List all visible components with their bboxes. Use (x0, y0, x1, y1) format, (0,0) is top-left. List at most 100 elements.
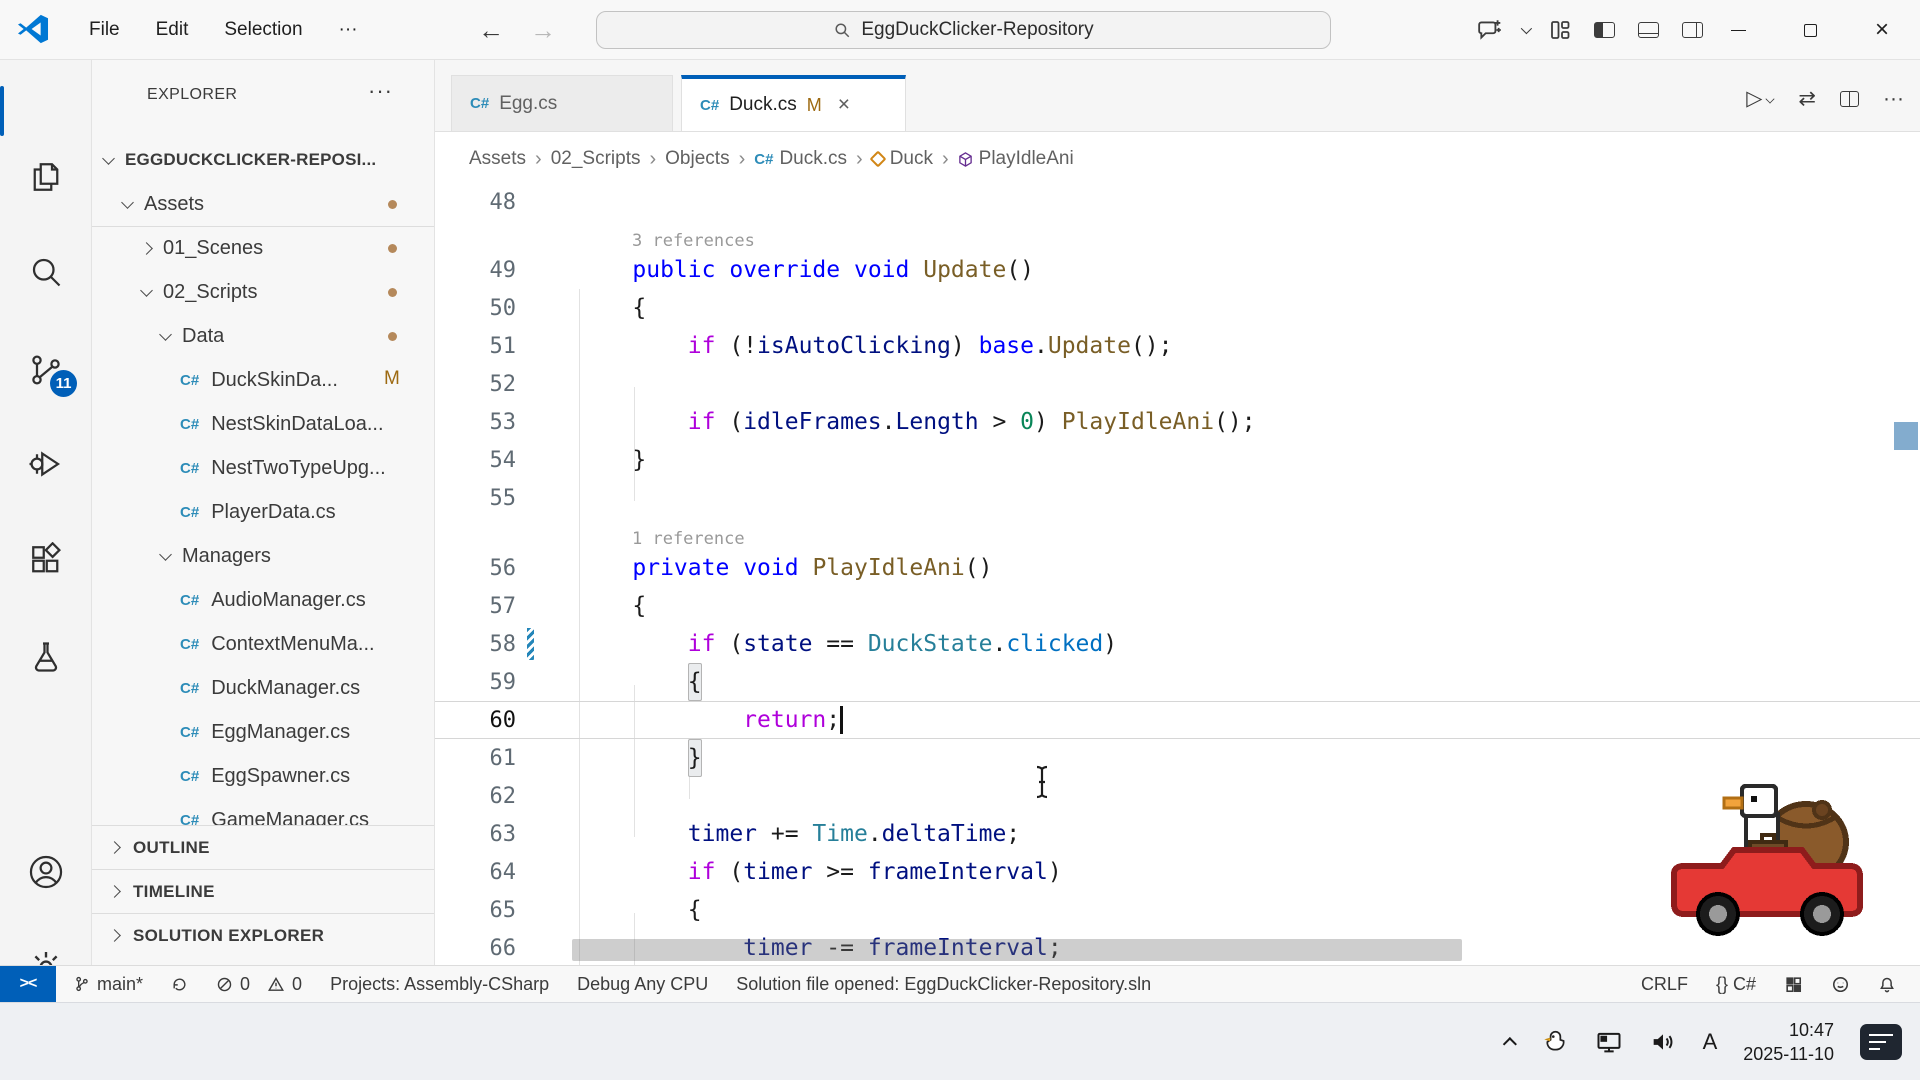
breadcrumb-item-02scripts[interactable]: 02_Scripts (551, 148, 641, 170)
tab-eggcs[interactable]: C#Egg.cs (451, 75, 673, 131)
code-line-57[interactable]: 57 { (435, 587, 1920, 625)
customize-layout-icon[interactable] (1538, 8, 1582, 52)
window-close-button[interactable]: × (1858, 0, 1906, 60)
accounts-icon[interactable] (0, 844, 92, 900)
tree-file-NestTwoTypeUpg[interactable]: C#NestTwoTypeUpg... (92, 446, 435, 490)
breadcrumb-item-objects[interactable]: Objects (665, 148, 729, 170)
menu-item-[interactable]: ··· (326, 13, 371, 47)
sidebar-section-timeline[interactable]: TIMELINE (92, 869, 435, 913)
tray-time: 10:47 (1743, 1018, 1834, 1042)
breadcrumb-label: 02_Scripts (551, 148, 641, 170)
code-line-60[interactable]: 60 return; (435, 701, 1920, 739)
sidebar-section-outline[interactable]: OUTLINE (92, 825, 435, 869)
tree-folder-01Scenes[interactable]: 01_Scenes (92, 226, 435, 270)
code-line-50[interactable]: 50 { (435, 289, 1920, 327)
copilot-chat-icon[interactable] (1468, 8, 1512, 52)
status-item-solution-file-opened-eggduckclicker-repository-sln[interactable]: Solution file opened: EggDuckClicker-Rep… (736, 974, 1151, 995)
codelens-reference-count[interactable]: 3 references (632, 219, 755, 251)
tab-more-actions-icon[interactable]: ··· (1883, 87, 1904, 111)
nav-back-button[interactable]: ← (478, 15, 504, 46)
menu-item-edit[interactable]: Edit (143, 13, 202, 47)
tree-file-AudioManagercs[interactable]: C#AudioManager.cs (92, 578, 435, 622)
breadcrumb-item-playidleani[interactable]: PlayIdleAni (958, 148, 1074, 170)
search-view-icon[interactable] (0, 244, 92, 300)
breadcrumb-item-duck[interactable]: Duck (872, 148, 933, 170)
status-item-feedback[interactable] (1831, 975, 1850, 994)
status-item-0[interactable]: 00 (216, 974, 302, 995)
open-changes-icon[interactable]: ⇄ (1798, 86, 1816, 111)
code-line-59[interactable]: 59 { (435, 663, 1920, 701)
status-item-bell[interactable] (1878, 975, 1896, 994)
code-line-53[interactable]: 53 if (idleFrames.Length > 0) PlayIdleAn… (435, 403, 1920, 441)
codelens-reference-count[interactable]: 1 reference (632, 517, 745, 549)
nav-forward-button[interactable]: → (530, 15, 556, 46)
tree-file-EggManagercs[interactable]: C#EggManager.cs (92, 710, 435, 754)
code-line-49[interactable]: 49 public override void Update() (435, 251, 1920, 289)
tree-file-ContextMenuMa[interactable]: C#ContextMenuMa... (92, 622, 435, 666)
tray-chevron-up-icon[interactable] (1507, 1037, 1517, 1047)
code-line-52[interactable]: 52 (435, 365, 1920, 403)
tree-file-DuckManagercs[interactable]: C#DuckManager.cs (92, 666, 435, 710)
tree-folder-Data[interactable]: Data (92, 314, 435, 358)
status-item-projects-assembly-csharp[interactable]: Projects: Assembly-CSharp (330, 974, 549, 995)
tree-file-NestSkinDataLoa[interactable]: C#NestSkinDataLoa... (92, 402, 435, 446)
breadcrumb-item-assets[interactable]: Assets (469, 148, 526, 170)
code-line-48[interactable]: 48 (435, 186, 1920, 219)
status-item-debug-any-cpu[interactable]: Debug Any CPU (577, 974, 708, 995)
overview-ruler-modified-decoration (1894, 422, 1918, 450)
copilot-dropdown-chevron-icon[interactable] (1512, 8, 1538, 52)
tree-folder-EGGDUCKCLICKERREPOSI[interactable]: EGGDUCKCLICKER-REPOSI... (92, 138, 435, 182)
status-item-main[interactable]: main* (74, 974, 143, 995)
status-item-c[interactable]: {} C# (1716, 974, 1756, 995)
tray-clock[interactable]: 10:47 2025-11-10 (1743, 1018, 1834, 1066)
tree-folder-02Scripts[interactable]: 02_Scripts (92, 270, 435, 314)
tray-duck-icon[interactable] (1543, 1029, 1569, 1055)
breadcrumb-item-duckcs[interactable]: C#Duck.cs (754, 148, 847, 170)
toggle-secondary-sidebar-icon[interactable] (1670, 8, 1714, 52)
sidebar-more-actions-icon[interactable]: ··· (368, 78, 393, 104)
status-item-sync[interactable] (171, 976, 188, 993)
split-editor-icon[interactable] (1840, 91, 1859, 107)
pet-duck-in-car[interactable] (1662, 758, 1872, 942)
code-line-51[interactable]: 51 if (!isAutoClicking) base.Update(); (435, 327, 1920, 365)
tab-close-icon[interactable]: × (838, 93, 850, 117)
code-line-55[interactable]: 55 (435, 479, 1920, 517)
tab-duckcs[interactable]: C#Duck.csM× (681, 75, 906, 131)
testing-view-icon[interactable] (0, 629, 92, 685)
tray-ime-indicator[interactable]: A (1703, 1029, 1718, 1055)
horizontal-scrollbar[interactable] (572, 939, 1462, 961)
menu-item-file[interactable]: File (76, 13, 133, 47)
tree-folder-Managers[interactable]: Managers (92, 534, 435, 578)
csharp-file-icon: C# (180, 768, 199, 785)
status-item-crlf[interactable]: CRLF (1641, 974, 1688, 995)
toggle-panel-icon[interactable] (1626, 8, 1670, 52)
mouse-cursor-ibeam (1033, 764, 1051, 800)
vscode-logo-icon[interactable] (16, 12, 50, 46)
run-code-button[interactable]: ▷ (1746, 86, 1774, 111)
tree-file-EggSpawnercs[interactable]: C#EggSpawner.cs (92, 754, 435, 798)
tray-volume-icon[interactable] (1649, 1028, 1677, 1056)
sidebar-section-solution-explorer[interactable]: SOLUTION EXPLORER (92, 913, 435, 957)
window-maximize-button[interactable] (1786, 0, 1834, 60)
code-line-56[interactable]: 56 private void PlayIdleAni() (435, 549, 1920, 587)
toggle-primary-sidebar-icon[interactable] (1582, 8, 1626, 52)
run-debug-view-icon[interactable] (0, 436, 92, 492)
tree-file-PlayerDatacs[interactable]: C#PlayerData.cs (92, 490, 435, 534)
code-line-58[interactable]: 58 if (state == DuckState.clicked) (435, 625, 1920, 663)
tree-folder-Assets[interactable]: Assets (92, 182, 435, 226)
source-control-view-icon[interactable]: 11 (0, 342, 92, 398)
notification-center-icon[interactable] (1860, 1024, 1902, 1060)
extensions-view-icon[interactable] (0, 532, 92, 588)
status-label: Solution file opened: EggDuckClicker-Rep… (736, 974, 1151, 995)
tree-file-DuckSkinDa[interactable]: C#DuckSkinDa...M (92, 358, 435, 402)
explorer-view-icon[interactable] (0, 149, 92, 205)
menu-item-selection[interactable]: Selection (211, 13, 315, 47)
code-line-54[interactable]: 54 } (435, 441, 1920, 479)
remote-indicator[interactable]: >< (0, 966, 56, 1002)
tray-display-icon[interactable] (1595, 1028, 1623, 1056)
status-label: CRLF (1641, 974, 1688, 995)
tab-bar: C#Egg.csC#Duck.csM× ▷ ⇄ ··· (435, 60, 1920, 132)
status-item-grid[interactable] (1784, 975, 1803, 994)
command-center-search[interactable]: EggDuckClicker-Repository (596, 11, 1331, 49)
window-minimize-button[interactable] (1714, 0, 1762, 60)
